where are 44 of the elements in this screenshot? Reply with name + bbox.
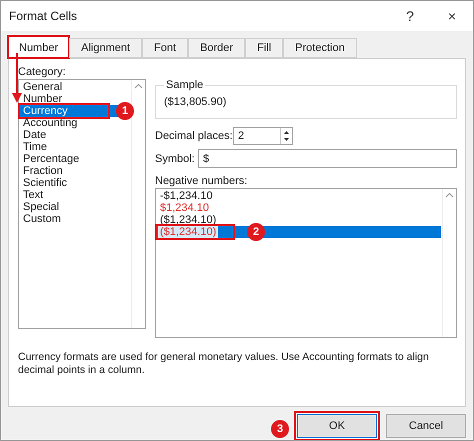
- symbol-dropdown[interactable]: $: [198, 149, 457, 168]
- category-item[interactable]: Special: [20, 201, 130, 213]
- tab[interactable]: Protection: [283, 38, 357, 58]
- step-badge: 3: [271, 420, 289, 438]
- help-button[interactable]: ?: [389, 8, 431, 24]
- window-title: Format Cells: [9, 9, 78, 23]
- sample-label: Sample: [165, 79, 204, 91]
- scrollbar[interactable]: [442, 189, 456, 337]
- category-item[interactable]: Text: [20, 189, 130, 201]
- category-item[interactable]: Date: [20, 129, 130, 141]
- tab[interactable]: Border: [188, 38, 246, 58]
- negative-number-item[interactable]: ($1,234.10): [158, 214, 218, 226]
- category-list[interactable]: General Number Currency 1 Accounting Date Time Percentage Fraction Scientific Text Special Custom: [18, 79, 146, 329]
- scroll-up-icon[interactable]: [445, 192, 454, 198]
- decimal-places-label: Decimal places:: [155, 130, 233, 142]
- step-badge: 2: [247, 223, 265, 241]
- tab[interactable]: Font: [142, 38, 188, 58]
- dialog-button[interactable]: OK: [297, 414, 377, 438]
- category-item[interactable]: Time: [20, 141, 130, 153]
- category-item[interactable]: Accounting: [20, 117, 130, 129]
- category-item[interactable]: Custom: [20, 213, 130, 225]
- step-badge: 1: [116, 102, 134, 120]
- scroll-up-icon[interactable]: [134, 83, 143, 89]
- symbol-label: Symbol:: [155, 152, 196, 164]
- negative-numbers-label: Negative numbers:: [155, 174, 248, 188]
- category-item[interactable]: Fraction: [20, 165, 130, 177]
- negative-numbers-list[interactable]: -$1,234.10 $1,234.10 ($1,234.10) ($1,234.10) 2: [155, 188, 457, 338]
- tab[interactable]: Number: [8, 36, 70, 58]
- tab[interactable]: Fill: [245, 38, 284, 58]
- negative-number-item[interactable]: ($1,234.10): [158, 226, 218, 238]
- tab[interactable]: Alignment: [69, 38, 142, 58]
- scrollbar[interactable]: [131, 80, 145, 328]
- category-item[interactable]: Percentage: [20, 153, 130, 165]
- decimal-places-field[interactable]: 2: [233, 127, 293, 145]
- dialog-button[interactable]: Cancel: [386, 414, 466, 438]
- sample-value: ($13,805.90): [164, 96, 226, 108]
- negative-number-item[interactable]: -$1,234.10: [158, 190, 215, 202]
- category-item[interactable]: Number: [20, 93, 130, 105]
- category-label: Category:: [18, 65, 67, 79]
- close-button[interactable]: ×: [431, 8, 473, 24]
- description-text: Currency formats are used for general monetary values. Use Accounting formats to align decimal points in a column.: [18, 351, 430, 377]
- negative-number-item[interactable]: $1,234.10: [158, 202, 211, 214]
- category-item[interactable]: General: [20, 81, 130, 93]
- category-item[interactable]: Scientific: [20, 177, 130, 189]
